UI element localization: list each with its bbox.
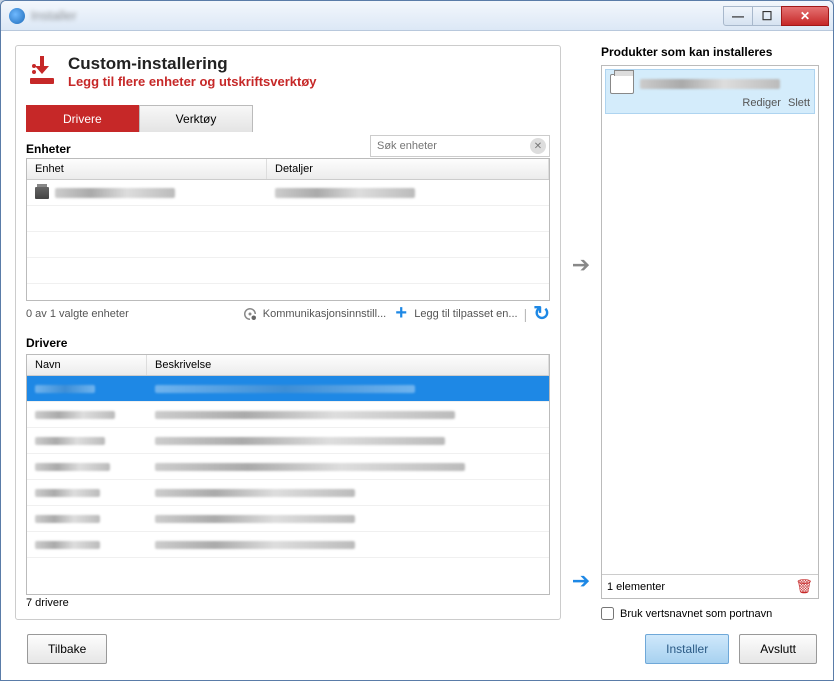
- devices-search-row: Enheter ✕: [26, 132, 550, 160]
- device-name: [55, 188, 175, 198]
- search-box: ✕: [370, 135, 550, 157]
- hostname-checkbox[interactable]: [601, 607, 614, 620]
- install-footer: 1 elementer 🗑: [602, 574, 818, 598]
- drivers-scroll[interactable]: [27, 376, 549, 594]
- drivers-label: Drivere: [26, 336, 550, 350]
- col-description[interactable]: Beskrivelse: [147, 355, 549, 375]
- comm-settings-link[interactable]: Kommunikasjonsinnstill...: [241, 305, 387, 323]
- arrow-right-device[interactable]: ➔: [572, 254, 590, 276]
- page-subtitle: Legg til flere enheter og utskriftsverkt…: [68, 74, 317, 89]
- install-list: Rediger Slett 1 elementer 🗑: [601, 65, 819, 599]
- install-item[interactable]: Rediger Slett: [605, 69, 815, 114]
- driver-row[interactable]: [27, 480, 549, 506]
- content-area: Custom-installering Legg til flere enhet…: [1, 31, 833, 680]
- edit-link[interactable]: Rediger: [742, 97, 781, 109]
- add-custom-label: Legg til tilpasset en...: [414, 308, 517, 320]
- hostname-label: Bruk vertsnavnet som portnavn: [620, 608, 772, 620]
- hostname-checkbox-row[interactable]: Bruk vertsnavnet som portnavn: [601, 607, 819, 620]
- page-header: Custom-installering Legg til flere enhet…: [26, 54, 550, 89]
- devices-label: Enheter: [26, 142, 370, 156]
- drivers-thead: Navn Beskrivelse: [27, 355, 549, 376]
- driver-row[interactable]: [27, 376, 549, 402]
- header-text: Custom-installering Legg til flere enhet…: [68, 54, 317, 89]
- driver-row[interactable]: [27, 532, 549, 558]
- drivers-tbody: [27, 376, 549, 594]
- install-item-name: [640, 79, 780, 89]
- tab-tools[interactable]: Verktøy: [139, 105, 254, 132]
- col-device[interactable]: Enhet: [27, 159, 267, 179]
- clear-search-icon[interactable]: ✕: [530, 138, 546, 154]
- page-title: Custom-installering: [68, 54, 317, 74]
- main-area: Custom-installering Legg til flere enhet…: [15, 45, 819, 620]
- tab-bar: Drivere Verktøy: [26, 105, 550, 132]
- close-button[interactable]: ✕: [781, 6, 829, 26]
- drivers-count: 7 drivere: [26, 597, 550, 609]
- driver-row[interactable]: [27, 454, 549, 480]
- minimize-button[interactable]: —: [723, 6, 753, 26]
- driver-row[interactable]: [27, 506, 549, 532]
- maximize-button[interactable]: ☐: [752, 6, 782, 26]
- transfer-arrows: ➔ ➔: [569, 45, 593, 620]
- arrow-right-driver[interactable]: ➔: [572, 570, 590, 592]
- device-icon: [35, 187, 49, 199]
- tab-drivers[interactable]: Drivere: [26, 105, 139, 132]
- col-details[interactable]: Detaljer: [267, 159, 549, 179]
- install-icon: [26, 54, 58, 86]
- devices-status: 0 av 1 valgte enheter: [26, 308, 129, 320]
- device-row[interactable]: [27, 180, 549, 206]
- exit-button[interactable]: Avslutt: [739, 634, 817, 664]
- window-title: Installer: [31, 8, 724, 23]
- install-item-actions: Rediger Slett: [610, 97, 810, 109]
- bottom-bar: Tilbake Installer Avslutt: [15, 630, 819, 666]
- devices-table: Enhet Detaljer: [26, 158, 550, 301]
- add-custom-link[interactable]: + Legg til tilpasset en...: [392, 305, 517, 323]
- right-panel: Produkter som kan installeres Rediger Sl…: [601, 45, 819, 620]
- left-panel: Custom-installering Legg til flere enhet…: [15, 45, 561, 620]
- printer-icon: [610, 74, 634, 94]
- separator: |: [524, 306, 528, 322]
- back-button[interactable]: Tilbake: [27, 634, 107, 664]
- drivers-table: Navn Beskrivelse: [26, 354, 550, 595]
- window-controls: — ☐ ✕: [724, 6, 829, 26]
- delete-link[interactable]: Slett: [788, 97, 810, 109]
- broadcast-icon: [241, 305, 259, 323]
- install-button[interactable]: Installer: [645, 634, 729, 664]
- elements-count: 1 elementer: [607, 581, 665, 593]
- devices-thead: Enhet Detaljer: [27, 159, 549, 180]
- installer-window: Installer — ☐ ✕ Custom-installering Legg…: [0, 0, 834, 681]
- comm-settings-label: Kommunikasjonsinnstill...: [263, 308, 387, 320]
- devices-tbody[interactable]: [27, 180, 549, 300]
- refresh-icon[interactable]: ↻: [533, 301, 550, 326]
- device-details: [275, 188, 415, 198]
- driver-row[interactable]: [27, 428, 549, 454]
- installable-title: Produkter som kan installeres: [601, 45, 819, 59]
- app-icon: [9, 8, 25, 24]
- search-input[interactable]: [370, 135, 550, 157]
- table-row: [27, 206, 549, 232]
- titlebar[interactable]: Installer — ☐ ✕: [1, 1, 833, 31]
- table-row: [27, 232, 549, 258]
- driver-row[interactable]: [27, 402, 549, 428]
- trash-icon[interactable]: 🗑: [795, 578, 813, 595]
- table-row: [27, 258, 549, 284]
- devices-actions: 0 av 1 valgte enheter Kommunikasjonsinns…: [26, 301, 550, 326]
- col-name[interactable]: Navn: [27, 355, 147, 375]
- plus-icon: +: [392, 305, 410, 323]
